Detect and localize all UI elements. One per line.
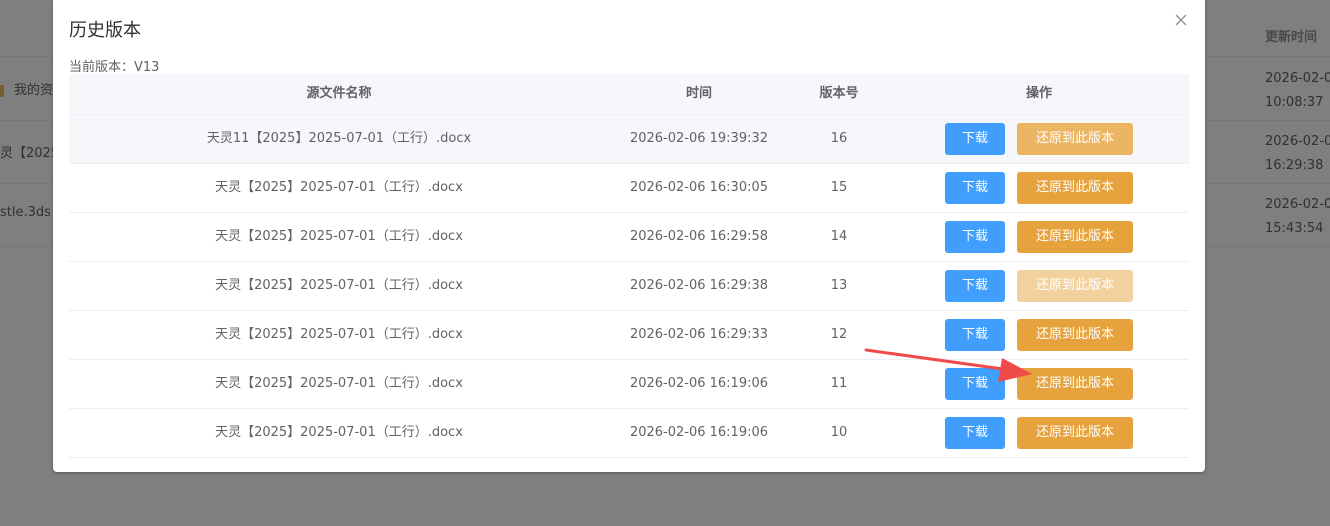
version-number: 14 [830, 229, 848, 244]
version-time: 2026-02-06 16:19:06 [629, 425, 769, 440]
column-actions: 操作 [1025, 86, 1052, 101]
column-file-name: 源文件名称 [306, 86, 372, 101]
version-time: 2026-02-06 16:29:58 [629, 229, 769, 244]
version-time: 2026-02-06 16:19:06 [629, 376, 769, 391]
current-version: 当前版本：V13 [69, 60, 160, 75]
file-name: 天灵【2025】2025-07-01（工行）.docx [215, 425, 463, 440]
version-number: 15 [830, 180, 848, 195]
version-number: 13 [830, 278, 848, 293]
version-time: 2026-02-06 19:39:32 [629, 131, 769, 146]
restore-version-button[interactable]: 还原到此版本 [1017, 221, 1133, 253]
table-header: 源文件名称 时间 版本号 操作 [69, 74, 1189, 115]
file-name: 天灵【2025】2025-07-01（工行）.docx [215, 376, 463, 391]
table-row: 天灵11【2025】2025-07-01（工行）.docx 2026-02-06… [69, 115, 1189, 164]
download-button[interactable]: 下载 [945, 270, 1005, 302]
row-actions: 下载 还原到此版本 [889, 115, 1189, 163]
restore-version-button[interactable]: 还原到此版本 [1017, 417, 1133, 449]
version-time: 2026-02-06 16:30:05 [629, 180, 769, 195]
restore-version-button-disabled[interactable]: 还原到此版本 [1017, 270, 1133, 302]
download-button[interactable]: 下载 [945, 417, 1005, 449]
file-name: 天灵【2025】2025-07-01（工行）.docx [215, 180, 463, 195]
table-row: 天灵【2025】2025-07-01（工行）.docx 2026-02-06 1… [69, 409, 1189, 458]
restore-version-button[interactable]: 还原到此版本 [1017, 123, 1133, 155]
dialog-title: 历史版本 [69, 20, 141, 41]
download-button[interactable]: 下载 [945, 221, 1005, 253]
close-button[interactable] [1171, 10, 1191, 30]
file-name: 天灵【2025】2025-07-01（工行）.docx [215, 229, 463, 244]
row-actions: 下载 还原到此版本 [889, 409, 1189, 457]
file-name: 天灵【2025】2025-07-01（工行）.docx [215, 327, 463, 342]
file-name: 天灵【2025】2025-07-01（工行）.docx [215, 278, 463, 293]
row-actions: 下载 还原到此版本 [889, 262, 1189, 310]
version-number: 10 [830, 425, 848, 440]
download-button[interactable]: 下载 [945, 172, 1005, 204]
table-row: 天灵【2025】2025-07-01（工行）.docx 2026-02-06 1… [69, 164, 1189, 213]
column-time: 时间 [685, 86, 712, 101]
table-row: 天灵【2025】2025-07-01（工行）.docx 2026-02-06 1… [69, 262, 1189, 311]
annotation-arrow-icon [864, 348, 1032, 382]
version-history-dialog: 历史版本 当前版本：V13 源文件名称 时间 版本号 操作 天灵11【2025】… [53, 0, 1205, 472]
close-icon [1175, 14, 1187, 26]
version-table: 源文件名称 时间 版本号 操作 天灵11【2025】2025-07-01（工行）… [69, 74, 1189, 458]
column-version: 版本号 [819, 86, 859, 101]
row-actions: 下载 还原到此版本 [889, 213, 1189, 261]
file-name: 天灵11【2025】2025-07-01（工行）.docx [206, 131, 472, 146]
row-actions: 下载 还原到此版本 [889, 164, 1189, 212]
restore-version-button[interactable]: 还原到此版本 [1017, 172, 1133, 204]
version-time: 2026-02-06 16:29:33 [629, 327, 769, 342]
table-row: 天灵【2025】2025-07-01（工行）.docx 2026-02-06 1… [69, 213, 1189, 262]
version-time: 2026-02-06 16:29:38 [629, 278, 769, 293]
version-number: 16 [830, 131, 848, 146]
download-button[interactable]: 下载 [945, 123, 1005, 155]
